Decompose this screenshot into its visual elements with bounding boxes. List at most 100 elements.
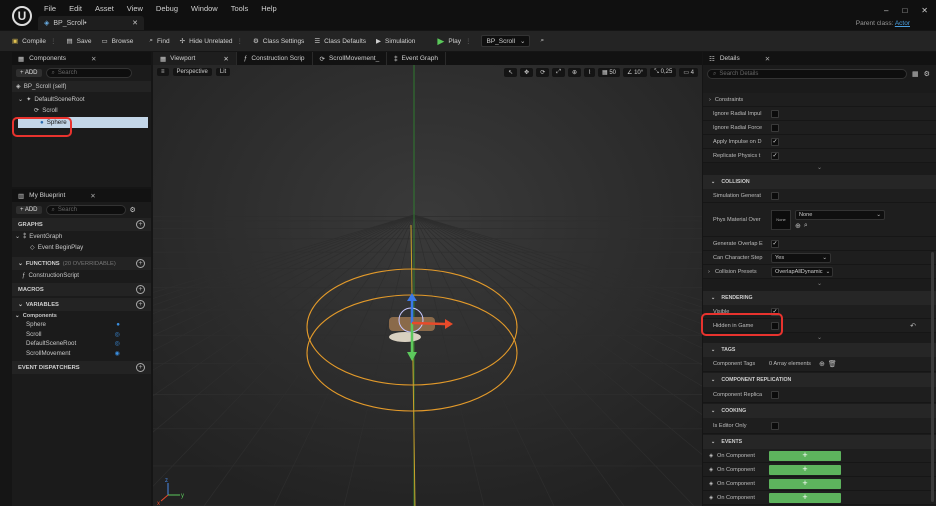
close-tab-icon[interactable]: ✕ <box>223 55 228 63</box>
play-button[interactable]: ▶ Play ⋮ <box>437 36 471 47</box>
add-event-button[interactable]: + <box>769 478 841 489</box>
camera-speed-button[interactable]: ▭ 4 <box>679 68 698 77</box>
construction-script-item[interactable]: ƒ ConstructionScript <box>12 270 151 281</box>
add-element-icon[interactable]: ⊕ <box>819 360 825 368</box>
components-tab[interactable]: ▦ Components ✕ <box>12 52 151 65</box>
reset-to-default-icon[interactable]: ↶ <box>910 322 916 330</box>
gear-icon[interactable]: ⚙ <box>924 70 930 78</box>
viewport[interactable]: z y x ≡ Perspective Lit ↖ ✥ ⟳ ⤢ ⊕ ⌇ ▦ 50… <box>153 65 702 506</box>
tab-scroll-movement[interactable]: ⟳ ScrollMovement_ <box>313 52 388 65</box>
variable-scroll[interactable]: Scroll ◎ <box>12 330 120 340</box>
checkbox-unchecked[interactable] <box>771 390 779 399</box>
compile-options-icon[interactable]: ⋮ <box>50 37 57 45</box>
close-details-icon[interactable]: ✕ <box>765 55 770 63</box>
checkbox-unchecked[interactable] <box>771 109 779 118</box>
lit-button[interactable]: Lit <box>215 68 231 76</box>
close-my-blueprint-icon[interactable]: ✕ <box>90 192 95 200</box>
tab-event-graph[interactable]: ⁑ Event Graph <box>387 52 446 65</box>
world-space-icon[interactable]: ⊕ <box>568 68 582 77</box>
expand-arrow-icon[interactable]: ⌄ <box>15 313 20 319</box>
functions-category[interactable]: ⌄ FUNCTIONS (20 OVERRIDABLE) + <box>12 257 151 270</box>
debug-search-icon[interactable]: ⌕ <box>540 37 544 45</box>
macros-category[interactable]: MACROS + <box>12 283 151 296</box>
tab-construction-script[interactable]: ƒ Construction Scrip <box>237 52 313 65</box>
class-settings-button[interactable]: ⚙ Class Settings <box>253 37 304 46</box>
add-function-icon[interactable]: + <box>136 259 145 268</box>
rotation-snap-button[interactable]: ∠ 10° <box>623 68 648 77</box>
document-tab[interactable]: ◈ BP_Scroll• ✕ <box>38 16 144 30</box>
add-variable-icon[interactable]: + <box>136 300 145 309</box>
add-event-button[interactable]: + <box>769 492 841 503</box>
graphs-category[interactable]: GRAPHS + <box>12 218 151 231</box>
cooking-section[interactable]: ⌄ COOKING <box>703 404 936 418</box>
checkbox-unchecked[interactable] <box>771 191 779 200</box>
class-defaults-button[interactable]: ☰ Class Defaults <box>314 37 366 46</box>
phys-material-thumbnail[interactable]: None <box>771 209 791 230</box>
self-item[interactable]: ◈ BP_Scroll (self) <box>12 81 151 92</box>
expand-arrow-icon[interactable]: ⌄ <box>18 96 23 103</box>
expand-arrow-icon[interactable]: ⌄ <box>15 233 20 240</box>
add-component-button[interactable]: + ADD <box>16 69 42 77</box>
event-dispatchers-category[interactable]: EVENT DISPATCHERS + <box>12 361 151 374</box>
components-group[interactable]: ⌄ Components <box>12 311 151 320</box>
simulation-button[interactable]: ▶ Simulation <box>376 37 415 46</box>
gear-icon[interactable]: ⚙ <box>130 206 136 214</box>
close-components-icon[interactable]: ✕ <box>91 55 96 63</box>
collision-section[interactable]: ⌄ COLLISION <box>703 175 936 189</box>
my-blueprint-tab[interactable]: ▥ My Blueprint ✕ <box>12 189 151 202</box>
checkbox-checked[interactable]: ✓ <box>771 137 779 146</box>
menu-view[interactable]: View <box>127 4 143 13</box>
tags-section[interactable]: ⌄ TAGS <box>703 343 936 357</box>
checkbox-unchecked[interactable] <box>771 421 779 430</box>
chevron-right-icon[interactable]: › <box>708 269 715 275</box>
debug-object-dropdown[interactable]: BP_Scroll ⌄ <box>481 35 531 47</box>
gizmo-x-axis[interactable] <box>411 321 446 326</box>
rendering-section[interactable]: ⌄ RENDERING <box>703 291 936 305</box>
details-tab[interactable]: ☷ Details ✕ <box>703 52 936 65</box>
event-graph-item[interactable]: ⌄ ⁑ EventGraph <box>12 231 151 242</box>
translate-icon[interactable]: ✥ <box>520 68 534 77</box>
my-blueprint-search-input[interactable]: ⌕ Search <box>45 205 126 215</box>
expand-arrow-icon[interactable]: ⌄ <box>18 302 23 308</box>
component-replication-section[interactable]: ⌄ COMPONENT REPLICATION <box>703 373 936 387</box>
constraints-row[interactable]: › Constraints <box>703 93 936 107</box>
variable-sphere[interactable]: Sphere ● <box>12 320 120 330</box>
scale-icon[interactable]: ⤢ <box>552 68 566 77</box>
menu-file[interactable]: File <box>44 4 56 13</box>
hide-unrelated-button[interactable]: ✢ Hide Unrelated ⋮ <box>180 37 243 46</box>
can-character-step-dropdown[interactable]: Yes ⌄ <box>771 252 831 263</box>
minimize-button[interactable]: – <box>884 6 888 15</box>
property-matrix-icon[interactable]: ▦ <box>912 70 919 78</box>
event-begin-play-item[interactable]: ◇ Event BeginPlay <box>12 242 151 253</box>
expand-advanced-icon[interactable]: ⌄ <box>703 163 936 172</box>
expand-advanced-icon[interactable]: ⌄ <box>703 279 936 288</box>
scale-snap-button[interactable]: ⤡ 0,25 <box>650 68 677 77</box>
grid-snap-button[interactable]: ▦ 50 <box>598 68 621 77</box>
variable-scroll-movement[interactable]: ScrollMovement ◉ <box>12 349 120 359</box>
component-scroll[interactable]: ⟳ Scroll <box>12 105 151 116</box>
add-event-button[interactable]: + <box>769 450 841 461</box>
menu-edit[interactable]: Edit <box>69 4 82 13</box>
hide-unrelated-options-icon[interactable]: ⋮ <box>236 37 243 45</box>
save-button[interactable]: ▤ Save <box>67 37 92 46</box>
rotate-icon[interactable]: ⟳ <box>536 68 550 77</box>
parent-class-link[interactable]: Actor <box>895 20 910 27</box>
browse-button[interactable]: ▭ Browse <box>101 37 133 46</box>
variable-default-scene-root[interactable]: DefaultSceneRoot ◎ <box>12 339 120 349</box>
surface-snap-icon[interactable]: ⌇ <box>584 68 595 77</box>
delete-icon[interactable]: 🗑 <box>828 360 837 368</box>
checkbox-checked[interactable]: ✓ <box>771 151 779 160</box>
close-window-button[interactable]: ✕ <box>921 6 928 15</box>
tab-viewport[interactable]: ▦ Viewport ✕ <box>153 52 237 65</box>
find-button[interactable]: ⌕ Find <box>149 37 169 45</box>
details-search-input[interactable]: ⌕ Search Details <box>707 69 907 79</box>
perspective-button[interactable]: Perspective <box>172 68 212 76</box>
viewport-menu-button[interactable]: ≡ <box>157 68 169 76</box>
details-scrollbar[interactable] <box>931 252 934 502</box>
add-graph-icon[interactable]: + <box>136 220 145 229</box>
expand-arrow-icon[interactable]: ⌄ <box>18 261 23 267</box>
menu-debug[interactable]: Debug <box>156 4 178 13</box>
add-event-dispatcher-icon[interactable]: + <box>136 363 145 372</box>
events-section[interactable]: ⌄ EVENTS <box>703 435 936 449</box>
add-event-button[interactable]: + <box>769 464 841 475</box>
